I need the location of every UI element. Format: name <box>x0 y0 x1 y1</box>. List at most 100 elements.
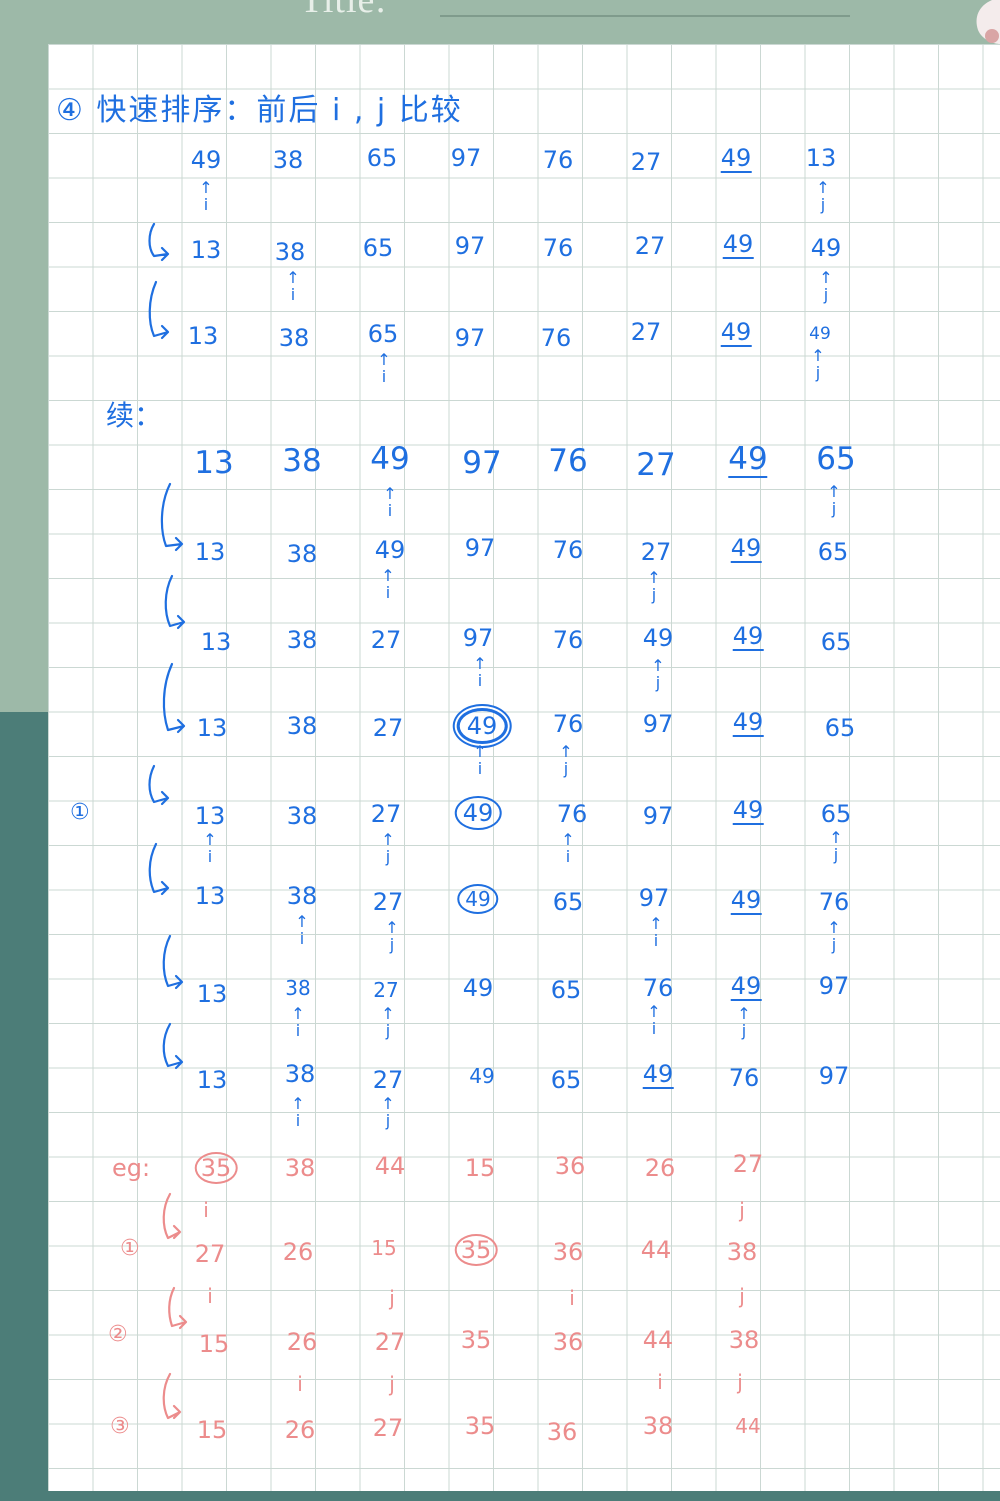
eg-r0-c5: 26 <box>644 1154 676 1182</box>
cell-r6-c7: 65 <box>824 714 856 742</box>
eg-r3-c1: 26 <box>284 1416 316 1444</box>
bracket-arrow-icon <box>162 1192 182 1240</box>
pointer-j: ↑ j <box>819 268 833 304</box>
cell-r9-c6: 49 <box>730 972 762 1001</box>
cell-r5-c1: 38 <box>286 626 318 654</box>
cell-r5-c3: 97 <box>462 624 494 652</box>
cell-r2-c1: 38 <box>278 324 310 352</box>
cell-r2-c6: 49 <box>720 318 752 347</box>
continue-label: 续： <box>106 399 163 432</box>
cell-r3-c1: 38 <box>282 443 322 479</box>
eg-r1-c4: 36 <box>552 1238 584 1266</box>
cell-r2-c3: 97 <box>454 324 486 352</box>
cell-r10-c6: 76 <box>728 1064 760 1092</box>
cell-r6-c2: 27 <box>372 714 404 742</box>
cell-r6-c1: 38 <box>286 712 318 740</box>
eg-step-marker-2: ② <box>108 1322 128 1347</box>
eg-r1-c5: 44 <box>640 1236 672 1264</box>
cell-r2-c7: 49 <box>809 324 831 344</box>
eg-r1-c0: 27 <box>194 1240 226 1268</box>
cell-r10-c1: 38 <box>284 1060 316 1088</box>
cell-r9-c5: 76 <box>642 974 674 1002</box>
pointer-i: ↑ i <box>561 830 575 866</box>
pointer-i: ↑ i <box>203 830 217 866</box>
cell-r7-c2: 27 <box>370 800 402 828</box>
eg-r1-c6: 38 <box>726 1238 758 1266</box>
cell-r4-c0: 13 <box>194 538 226 566</box>
bracket-arrow-icon <box>162 1022 184 1070</box>
cell-r5-c5: 49 <box>642 624 674 652</box>
pointer-i: ↑ i <box>473 654 487 690</box>
eg-r2-c0: 15 <box>198 1330 230 1358</box>
cell-r10-c0: 13 <box>196 1066 228 1094</box>
eg-r0-c0-pivot: 35 <box>194 1152 238 1184</box>
cell-r3-c0: 13 <box>194 445 234 481</box>
eg-pointer-j: j <box>389 1372 395 1396</box>
cell-r0-c3: 97 <box>450 144 482 172</box>
cell-r9-c4: 65 <box>550 976 582 1004</box>
cell-r8-c5: 97 <box>638 884 670 912</box>
cell-r1-c2: 65 <box>362 234 394 262</box>
cell-r5-c2: 27 <box>370 626 402 654</box>
cell-r5-c6: 49 <box>732 622 764 651</box>
cell-r3-c7: 65 <box>816 441 856 477</box>
cell-r10-c3: 49 <box>469 1064 495 1088</box>
eg-pointer-i: i <box>297 1372 303 1396</box>
cell-r8-c2: 27 <box>372 888 404 916</box>
cell-r9-c0: 13 <box>196 980 228 1008</box>
cell-r8-c6: 49 <box>730 886 762 915</box>
cell-r7-c3-pivot: 49 <box>454 796 502 830</box>
cell-r1-c7: 49 <box>810 234 842 262</box>
cell-r9-c1: 38 <box>285 976 311 1000</box>
eg-r3-c5: 38 <box>642 1412 674 1440</box>
title-label: Title: <box>300 0 387 21</box>
eg-r2-c6: 38 <box>728 1326 760 1354</box>
cell-r5-c0: 13 <box>200 628 232 656</box>
pointer-i: ↑ i <box>295 912 309 948</box>
eg-r0-c1: 38 <box>284 1154 316 1182</box>
eg-pointer-j: j <box>389 1286 395 1310</box>
cell-r1-c0: 13 <box>190 236 222 264</box>
cell-r2-c0: 13 <box>187 322 219 350</box>
cell-r10-c2: 27 <box>372 1066 404 1094</box>
cell-r6-c6: 49 <box>732 708 764 737</box>
pointer-i: ↑ i <box>199 178 213 214</box>
cell-r0-c4: 76 <box>542 146 574 174</box>
pointer-i: ↑ i <box>291 1094 305 1130</box>
bracket-arrow-icon <box>148 222 170 262</box>
cell-r0-c0: 49 <box>190 146 222 174</box>
cell-r10-c7: 97 <box>818 1062 850 1090</box>
bracket-arrow-icon <box>162 934 184 990</box>
cell-r5-c7: 65 <box>820 628 852 656</box>
cell-r8-c7: 76 <box>818 888 850 916</box>
pointer-j: ↑ j <box>559 742 573 778</box>
cell-r9-c2: 27 <box>373 978 399 1002</box>
pointer-i: ↑ i <box>286 268 300 304</box>
cell-r10-c4: 65 <box>550 1066 582 1094</box>
cell-r4-c2: 49 <box>374 536 406 564</box>
eg-r3-c3: 35 <box>464 1412 496 1440</box>
pointer-i: ↑ i <box>649 914 663 950</box>
cell-r3-c5: 27 <box>636 447 676 483</box>
pointer-j: ↑ j <box>811 346 825 382</box>
eg-r0-c6: 27 <box>732 1150 764 1178</box>
pointer-j: ↑ j <box>827 482 841 518</box>
heading-text: ④ 快速排序：前后 i , j 比较 <box>56 93 463 128</box>
cell-r2-c4: 76 <box>540 324 572 352</box>
cell-r0-c5: 27 <box>630 148 662 176</box>
eg-r2-c4: 36 <box>552 1328 584 1356</box>
pointer-j: ↑ j <box>816 178 830 214</box>
bracket-arrow-icon <box>148 842 170 896</box>
cell-r2-c2: 65 <box>367 320 399 348</box>
cell-r2-c5: 27 <box>630 318 662 346</box>
bracket-arrow-icon <box>164 574 186 630</box>
bracket-arrow-icon <box>160 482 184 552</box>
cell-r0-c2: 65 <box>366 144 398 172</box>
cell-r8-c4: 65 <box>552 888 584 916</box>
eg-r3-c6: 44 <box>735 1414 761 1438</box>
cell-r5-c4: 76 <box>552 626 584 654</box>
eg-r0-c2: 44 <box>374 1152 406 1180</box>
bracket-arrow-icon <box>168 1286 188 1330</box>
cell-r6-c3-pivot: 49 <box>456 708 508 744</box>
title-line <box>440 15 850 17</box>
